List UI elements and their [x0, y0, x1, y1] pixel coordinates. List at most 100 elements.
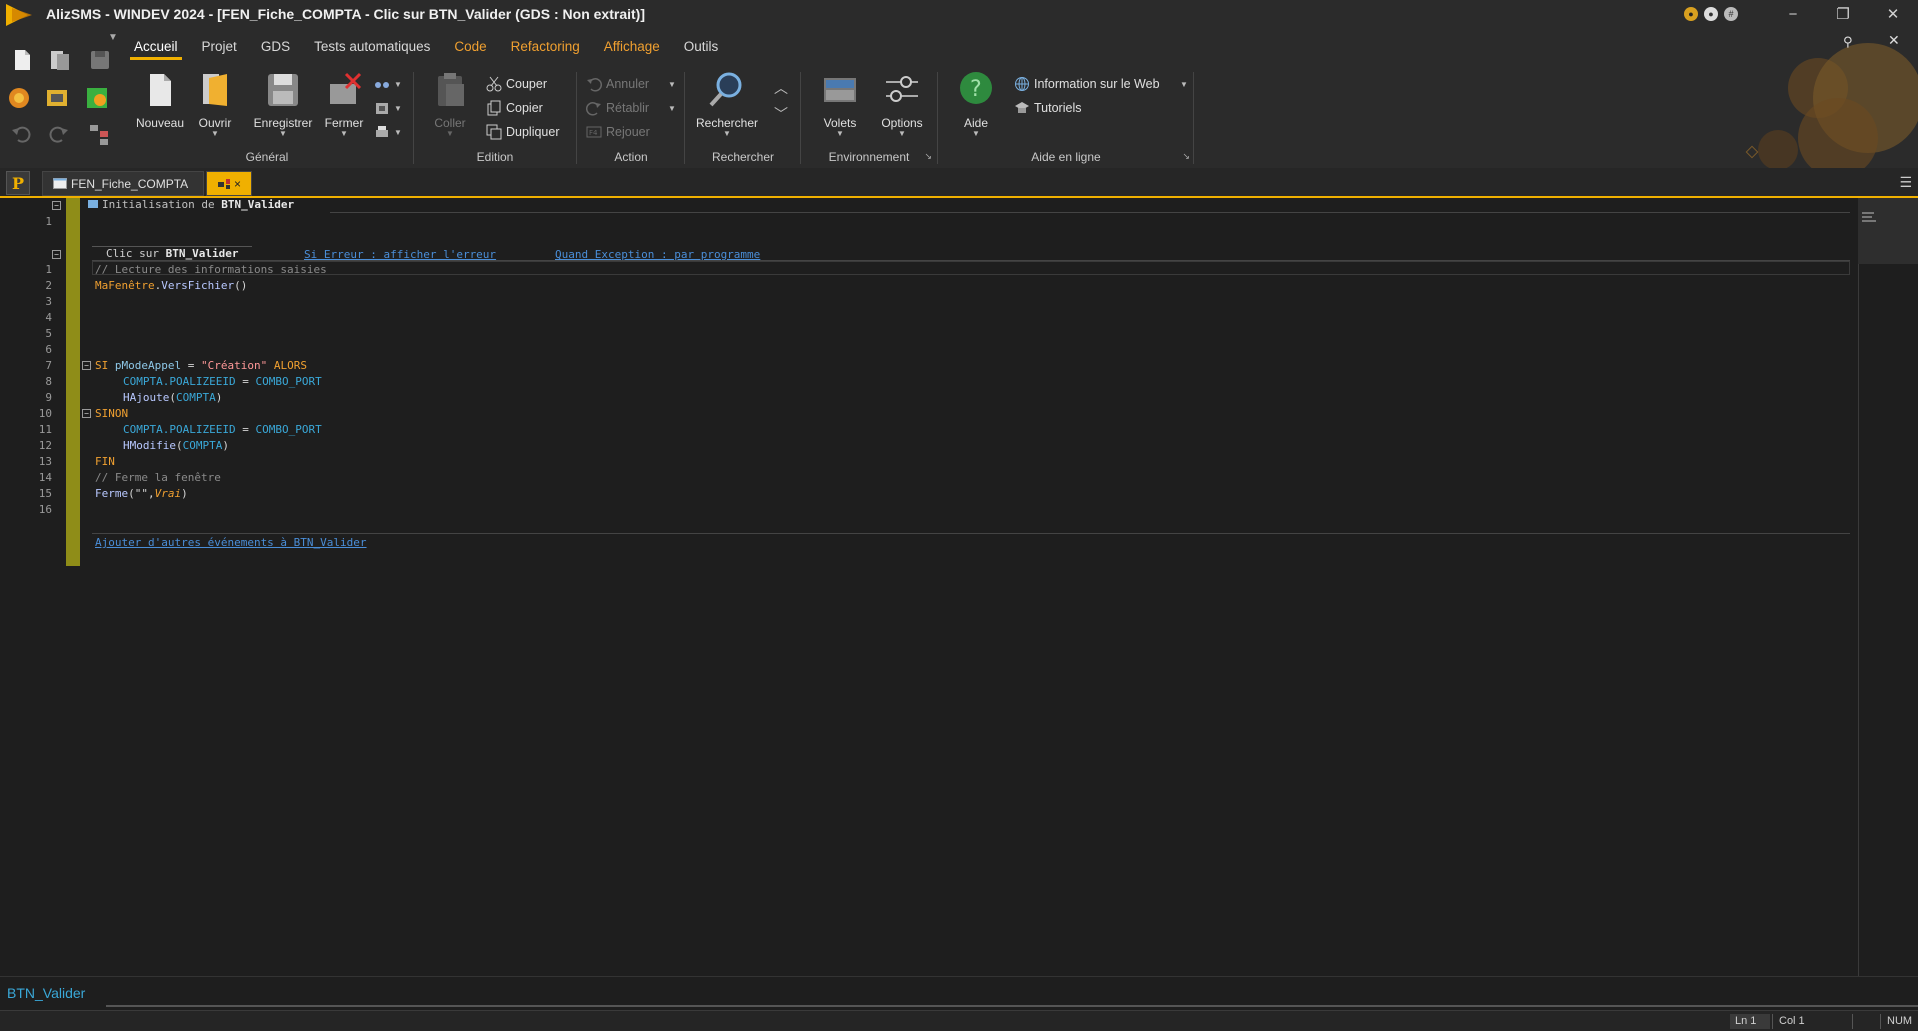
window-title: AlizSMS - WINDEV 2024 - [FEN_Fiche_COMPT… [46, 6, 645, 22]
undo-icon [586, 76, 603, 92]
collapse-click-icon[interactable]: − [52, 250, 61, 259]
divider [330, 212, 1850, 213]
aide-button[interactable]: ? Aide ▼ [946, 70, 1006, 140]
magnifier-icon [707, 70, 747, 110]
information-web-button[interactable]: Information sur le Web [1014, 74, 1160, 94]
enregistrer-button[interactable]: Enregistrer ▼ [250, 70, 316, 140]
tutoriels-button[interactable]: Tutoriels [1014, 98, 1081, 118]
collapse-sinon-icon[interactable]: − [82, 409, 91, 418]
ouvrir-button[interactable]: Ouvrir ▼ [185, 70, 245, 140]
code-line-7: SI pModeAppel = "Création" ALORS [95, 359, 307, 372]
rechercher-button[interactable]: Rechercher ▼ [692, 70, 762, 140]
code-line-8: COMPTA.POALIZEEID = COMBO_PORT [123, 375, 322, 388]
status-separator [1852, 1014, 1853, 1029]
line-number: 13 [38, 455, 52, 468]
minimize-button[interactable]: − [1768, 0, 1818, 28]
export-button[interactable]: ▼ [374, 98, 402, 118]
panel-splitter[interactable] [106, 1005, 1918, 1007]
annuler-button[interactable]: Annuler [586, 74, 649, 94]
line-number: 1 [45, 215, 52, 228]
ribbon-separator [684, 72, 685, 164]
tab-accueil[interactable]: Accueil [122, 32, 190, 62]
test-icon[interactable] [86, 86, 110, 110]
compile-icon[interactable] [8, 86, 32, 110]
line-number: 10 [38, 407, 52, 420]
fermer-button[interactable]: Fermer ▼ [314, 70, 374, 140]
windev-logo-icon[interactable] [0, 0, 40, 28]
tab-code-btn-valider[interactable]: × [206, 171, 252, 196]
tab-outils[interactable]: Outils [672, 32, 731, 62]
vertical-scrollbar[interactable] [1858, 198, 1918, 976]
copier-button[interactable]: Copier [486, 98, 543, 118]
line-number: 9 [45, 391, 52, 404]
add-events-link[interactable]: Ajouter d'autres événements à BTN_Valide… [95, 536, 367, 549]
chevron-down-icon: ▼ [898, 129, 906, 138]
code-minimap[interactable] [1858, 198, 1918, 264]
close-ribbon-icon[interactable]: ✕ [1888, 32, 1900, 49]
dupliquer-button[interactable]: Dupliquer [486, 122, 560, 142]
couper-button[interactable]: Couper [486, 74, 547, 94]
volets-button[interactable]: Volets ▼ [810, 70, 870, 140]
save-all-icon[interactable] [88, 48, 112, 72]
close-window-button[interactable]: ✕ [1868, 0, 1918, 28]
chevron-down-icon[interactable]: ▼ [1180, 80, 1188, 89]
chevron-down-icon: ▼ [394, 103, 402, 113]
globe-icon[interactable]: # [1724, 7, 1738, 21]
group-edition: Coller ▼ Couper Copier Dupliquer Edition [416, 68, 574, 164]
redo-icon [585, 100, 602, 116]
nouveau-button[interactable]: Nouveau [130, 70, 190, 140]
code-editor[interactable]: − Initialisation de BTN_Valider 1 − Clic… [0, 198, 1918, 976]
scroll-down-icon[interactable]: ﹀ [774, 104, 788, 124]
tab-tests-automatiques[interactable]: Tests automatiques [302, 32, 442, 62]
tab-code[interactable]: Code [442, 32, 498, 62]
code-line-14: // Ferme la fenêtre [95, 471, 221, 484]
menu-icon[interactable]: ☰ [1899, 174, 1912, 191]
restore-button[interactable]: ❐ [1818, 0, 1868, 28]
click-header-tab[interactable]: Clic sur BTN_Valider [92, 246, 253, 260]
ribbon-separator [800, 72, 801, 164]
tab-refactoring[interactable]: Refactoring [499, 32, 592, 62]
build-icon[interactable] [46, 86, 70, 110]
status-separator [1880, 1014, 1881, 1029]
user-icon[interactable]: ● [1704, 7, 1718, 21]
tab-gds[interactable]: GDS [249, 32, 302, 62]
bottom-panel: BTN_Valider [0, 976, 1918, 1008]
print-button[interactable]: ▼ [374, 122, 402, 142]
scroll-up-icon[interactable]: ︿ [774, 78, 788, 98]
new-file-icon[interactable] [10, 48, 34, 72]
chevron-down-icon[interactable]: ▼ [668, 80, 676, 89]
current-line-highlight [92, 261, 1850, 275]
group-label-action: Action [614, 150, 648, 164]
retablir-button[interactable]: Rétablir [585, 98, 649, 118]
open-project-icon[interactable] [48, 48, 72, 72]
close-tab-icon[interactable]: × [234, 177, 241, 191]
undo-icon[interactable] [10, 122, 34, 146]
help-icon: ? [956, 70, 996, 110]
code-line-11: COMPTA.POALIZEEID = COMBO_PORT [123, 423, 322, 436]
collapse-si-icon[interactable]: − [82, 361, 91, 370]
compare-button[interactable]: ▼ [374, 74, 402, 94]
panels-icon [820, 70, 860, 110]
options-button[interactable]: Options ▼ [872, 70, 932, 140]
code-line-1: // Lecture des informations saisies [95, 263, 327, 276]
chevron-down-icon[interactable]: ▼ [668, 104, 676, 113]
group-action: Annuler Rétablir F4 Rejouer ▼ ▼ Action [580, 68, 682, 164]
code-line-9: HAjoute(COMPTA) [123, 391, 223, 404]
project-button[interactable]: P [6, 171, 30, 195]
status-bar: Ln 1 Col 1 NUM [0, 1010, 1918, 1031]
customize-quickaccess-icon[interactable]: ▼ [108, 32, 120, 44]
tab-fen-fiche-compta[interactable]: FEN_Fiche_COMPTA [42, 171, 204, 196]
open-icon [195, 70, 235, 110]
current-object-label[interactable]: BTN_Valider [7, 985, 85, 1001]
group-label-environnement: Environnement [828, 150, 910, 164]
notification-icon[interactable]: ● [1684, 7, 1698, 21]
hierarchy-icon[interactable] [88, 122, 112, 146]
search-icon[interactable]: ⚲ [1843, 34, 1853, 50]
rejouer-button[interactable]: F4 Rejouer [586, 122, 650, 142]
ribbon-separator [937, 72, 938, 164]
coller-button[interactable]: Coller ▼ [420, 70, 480, 140]
tab-affichage[interactable]: Affichage [592, 32, 672, 62]
tab-projet[interactable]: Projet [190, 32, 249, 62]
collapse-init-icon[interactable]: − [52, 201, 61, 210]
redo-icon[interactable] [46, 122, 70, 146]
